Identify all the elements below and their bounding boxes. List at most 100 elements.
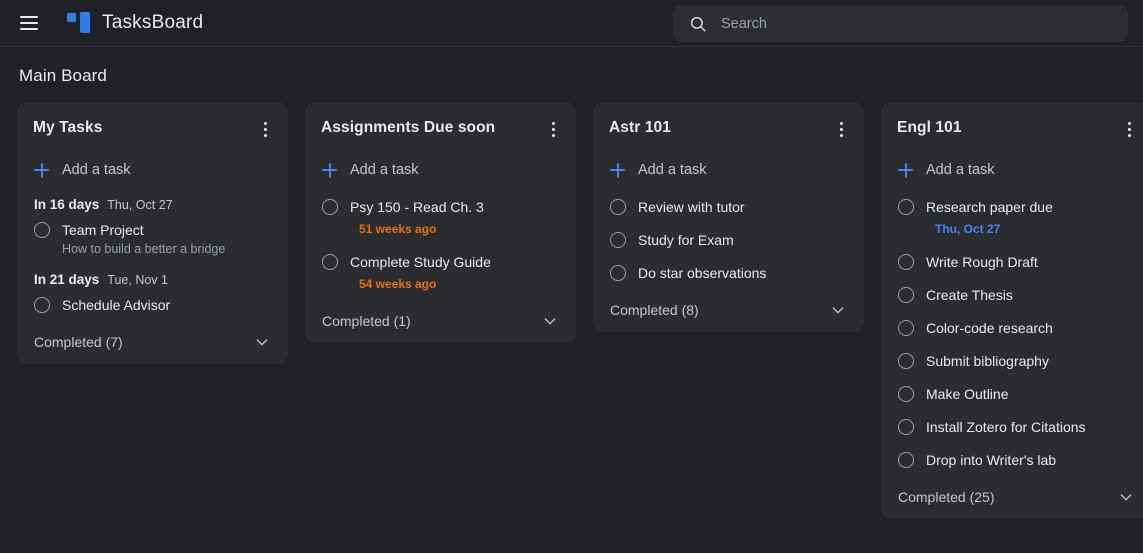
- add-task-button[interactable]: Add a task: [881, 141, 1143, 185]
- task-title: Psy 150 - Read Ch. 3: [350, 199, 484, 215]
- list-title: My Tasks: [33, 119, 103, 136]
- task-title: Color-code research: [926, 320, 1053, 336]
- completed-section-toggle[interactable]: Completed (8): [593, 284, 864, 322]
- task-row[interactable]: Research paper due Thu, Oct 27: [881, 185, 1143, 240]
- task-row[interactable]: Study for Exam: [593, 218, 864, 251]
- task-content: Psy 150 - Read Ch. 3 51 weeks ago: [350, 198, 562, 238]
- task-checkbox[interactable]: [898, 287, 914, 303]
- task-row[interactable]: Complete Study Guide 54 weeks ago: [305, 240, 576, 295]
- task-checkbox[interactable]: [322, 254, 338, 270]
- search-bar[interactable]: [673, 5, 1128, 42]
- task-title: Review with tutor: [638, 199, 745, 215]
- task-row[interactable]: Do star observations: [593, 251, 864, 284]
- add-task-label: Add a task: [350, 162, 419, 178]
- task-content: Schedule Advisor: [62, 296, 274, 314]
- dot: [551, 127, 555, 131]
- task-row[interactable]: Make Outline: [881, 372, 1143, 405]
- task-content: Install Zotero for Citations: [926, 418, 1138, 436]
- task-checkbox[interactable]: [898, 199, 914, 215]
- task-title: Team Project: [62, 222, 144, 238]
- card-header: Astr 101: [593, 117, 864, 141]
- chevron-down-icon: [256, 339, 268, 346]
- task-content: Do star observations: [638, 264, 850, 282]
- task-checkbox[interactable]: [898, 254, 914, 270]
- hamburger-line: [20, 28, 38, 30]
- completed-section-toggle[interactable]: Completed (7): [17, 316, 288, 354]
- plus-icon: [322, 162, 337, 178]
- task-row[interactable]: Submit bibliography: [881, 339, 1143, 372]
- task-row[interactable]: Color-code research: [881, 306, 1143, 339]
- task-content: Team Project How to build a better a bri…: [62, 221, 274, 258]
- hamburger-line: [20, 16, 38, 18]
- dot: [839, 133, 843, 137]
- task-row[interactable]: Psy 150 - Read Ch. 3 51 weeks ago: [305, 185, 576, 240]
- task-title: Submit bibliography: [926, 353, 1049, 369]
- card-header: My Tasks: [17, 117, 288, 141]
- add-task-label: Add a task: [926, 162, 995, 178]
- tasksboard-logo-icon: [67, 10, 91, 36]
- task-list-card: Assignments Due soon Add a task Psy 150 …: [305, 103, 576, 343]
- task-row[interactable]: Create Thesis: [881, 273, 1143, 306]
- task-row[interactable]: Schedule Advisor: [17, 287, 288, 316]
- board-columns: My Tasks Add a task In 16 days Thu, Oct …: [0, 86, 1143, 519]
- task-checkbox[interactable]: [610, 265, 626, 281]
- dot: [1127, 133, 1131, 137]
- task-content: Drop into Writer's lab: [926, 451, 1138, 469]
- task-content: Research paper due Thu, Oct 27: [926, 198, 1138, 238]
- more-vertical-icon[interactable]: [254, 117, 276, 141]
- due-absolute: Tue, Nov 1: [107, 273, 168, 287]
- task-checkbox[interactable]: [610, 199, 626, 215]
- completed-section-toggle[interactable]: Completed (1): [305, 295, 576, 333]
- task-title: Write Rough Draft: [926, 254, 1038, 270]
- completed-label: Completed (8): [610, 302, 699, 318]
- task-checkbox[interactable]: [898, 353, 914, 369]
- more-vertical-icon[interactable]: [830, 117, 852, 141]
- card-header: Engl 101: [881, 117, 1143, 141]
- hamburger-menu-icon[interactable]: [14, 8, 44, 38]
- list-title: Engl 101: [897, 119, 962, 136]
- task-checkbox[interactable]: [898, 452, 914, 468]
- dot: [839, 127, 843, 131]
- completed-label: Completed (7): [34, 334, 123, 350]
- task-row[interactable]: Install Zotero for Citations: [881, 405, 1143, 438]
- hamburger-line: [20, 22, 38, 24]
- task-checkbox[interactable]: [898, 386, 914, 402]
- task-row[interactable]: Drop into Writer's lab: [881, 438, 1143, 471]
- brand[interactable]: TasksBoard: [67, 10, 203, 36]
- task-checkbox[interactable]: [898, 320, 914, 336]
- dot: [1127, 121, 1131, 125]
- task-checkbox[interactable]: [34, 222, 50, 238]
- app-header: TasksBoard: [0, 0, 1143, 47]
- task-list-card: Astr 101 Add a task Review with tutor St…: [593, 103, 864, 332]
- task-checkbox[interactable]: [34, 297, 50, 313]
- add-task-button[interactable]: Add a task: [305, 141, 576, 185]
- search-icon: [690, 16, 706, 31]
- task-row[interactable]: Team Project How to build a better a bri…: [17, 212, 288, 260]
- task-checkbox[interactable]: [898, 419, 914, 435]
- task-checkbox[interactable]: [322, 199, 338, 215]
- page-title: Main Board: [19, 66, 107, 85]
- task-checkbox[interactable]: [610, 232, 626, 248]
- task-due-badge: 51 weeks ago: [359, 222, 437, 236]
- add-task-button[interactable]: Add a task: [593, 141, 864, 185]
- task-title: Make Outline: [926, 386, 1009, 402]
- more-vertical-icon[interactable]: [1118, 117, 1140, 141]
- plus-icon: [610, 162, 625, 178]
- task-title: Do star observations: [638, 265, 767, 281]
- task-content: Color-code research: [926, 319, 1138, 337]
- chevron-down-icon: [832, 307, 844, 314]
- plus-icon: [34, 162, 49, 178]
- task-row[interactable]: Review with tutor: [593, 185, 864, 218]
- dot: [263, 133, 267, 137]
- completed-label: Completed (25): [898, 489, 995, 505]
- plus-icon: [898, 162, 913, 178]
- more-vertical-icon[interactable]: [542, 117, 564, 141]
- task-row[interactable]: Write Rough Draft: [881, 240, 1143, 273]
- task-content: Study for Exam: [638, 231, 850, 249]
- search-input[interactable]: [721, 15, 1112, 32]
- completed-section-toggle[interactable]: Completed (25): [881, 471, 1143, 509]
- task-title: Create Thesis: [926, 287, 1013, 303]
- add-task-button[interactable]: Add a task: [17, 141, 288, 185]
- task-content: Review with tutor: [638, 198, 850, 216]
- task-content: Make Outline: [926, 385, 1138, 403]
